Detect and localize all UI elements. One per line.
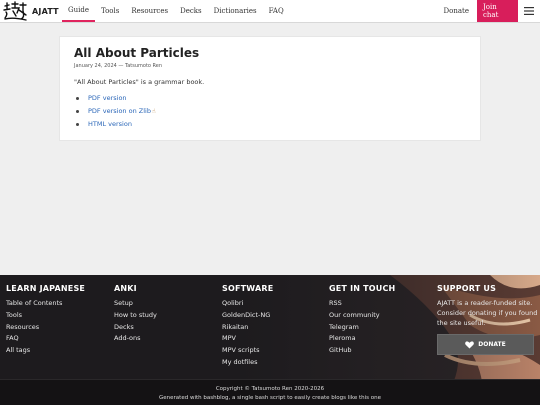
footer-link[interactable]: How to study: [114, 310, 157, 322]
footer-link[interactable]: GitHub: [329, 345, 395, 357]
bullet-icon: [76, 122, 79, 126]
nav-link-resources[interactable]: Resources: [125, 0, 174, 22]
list-item: PDF version: [76, 94, 466, 102]
footer-link[interactable]: Tools: [6, 310, 85, 322]
post-card: All About Particles January 24, 2024 — T…: [59, 36, 481, 141]
footer-link[interactable]: GoldenDict-NG: [222, 310, 273, 322]
join-chat-button[interactable]: Join chat: [477, 0, 518, 22]
footer-col-anki: ANKI Setup How to study Decks Add-ons: [114, 284, 157, 345]
donate-link[interactable]: Donate: [436, 0, 477, 22]
post-description: "All About Particles" is a grammar book.: [74, 78, 205, 86]
footer-link[interactable]: Setup: [114, 298, 157, 310]
footer-link[interactable]: RSS: [329, 298, 395, 310]
nav-link-faq[interactable]: FAQ: [263, 0, 290, 22]
pdf-zlib-link[interactable]: PDF version on Zlib: [88, 107, 151, 115]
footer-link[interactable]: Add-ons: [114, 333, 157, 345]
list-item: PDF version on Zlib ☝: [76, 107, 466, 115]
copyright-text: Copyright © Tatsumoto Ren 2020-2026: [215, 386, 325, 392]
footer-heading-anki: ANKI: [114, 284, 137, 293]
top-navbar: AJATT Guide Tools Resources Decks Dictio…: [0, 0, 540, 23]
footer-col-learn: LEARN JAPANESE Table of Contents Tools R…: [6, 284, 85, 357]
footer-link[interactable]: Our community: [329, 310, 395, 322]
nav-right: Donate Join chat: [436, 0, 540, 22]
footer-link[interactable]: Rikaitan: [222, 322, 273, 334]
hamburger-menu-icon[interactable]: [518, 0, 540, 22]
footer-col-support: SUPPORT US AJATT is a reader-funded site…: [437, 284, 540, 355]
footer-col-touch: GET IN TOUCH RSS Our community Telegram …: [329, 284, 395, 357]
footer-heading-software: SOFTWARE: [222, 284, 274, 293]
pointing-hand-icon: ☝: [151, 107, 156, 115]
footer-link[interactable]: Telegram: [329, 322, 395, 334]
html-version-link[interactable]: HTML version: [88, 120, 132, 128]
nav-link-dictionaries[interactable]: Dictionaries: [208, 0, 263, 22]
pdf-version-link[interactable]: PDF version: [88, 94, 127, 102]
support-text: AJATT is a reader-funded site. Consider …: [437, 299, 538, 327]
footer-link[interactable]: Resources: [6, 322, 85, 334]
logo-kanji-icon: [2, 1, 28, 22]
footer-heading-touch: GET IN TOUCH: [329, 284, 396, 293]
donate-button-label: DONATE: [478, 341, 506, 348]
footer-link[interactable]: Decks: [114, 322, 157, 334]
footer-link[interactable]: All tags: [6, 345, 85, 357]
logo[interactable]: AJATT: [0, 0, 62, 22]
nav-link-guide[interactable]: Guide: [62, 0, 95, 22]
footer-link[interactable]: Table of Contents: [6, 298, 85, 310]
footer-link[interactable]: Qolibri: [222, 298, 273, 310]
generated-text: Generated with bashblog, a single bash s…: [159, 395, 381, 401]
brand-name: AJATT: [32, 6, 59, 16]
footer-link[interactable]: FAQ: [6, 333, 85, 345]
nav-link-tools[interactable]: Tools: [95, 0, 125, 22]
footer-bottom: Copyright © Tatsumoto Ren 2020-2026 Gene…: [0, 379, 540, 405]
post-title: All About Particles: [74, 46, 200, 60]
footer-col-software: SOFTWARE Qolibri GoldenDict-NG Rikaitan …: [222, 284, 273, 369]
post-meta: January 24, 2024 — Tatsumoto Ren: [74, 63, 163, 69]
bullet-icon: [76, 109, 79, 113]
footer-link[interactable]: Pleroma: [329, 333, 395, 345]
footer-columns: LEARN JAPANESE Table of Contents Tools R…: [0, 275, 540, 379]
nav-links: Guide Tools Resources Decks Dictionaries…: [62, 0, 290, 22]
footer-link[interactable]: MPV: [222, 333, 273, 345]
footer-link[interactable]: My dotfiles: [222, 357, 273, 369]
post-links: PDF version PDF version on Zlib ☝ HTML v…: [76, 94, 466, 128]
nav-link-decks[interactable]: Decks: [174, 0, 208, 22]
footer-heading-learn: LEARN JAPANESE: [6, 284, 86, 293]
site-footer: LEARN JAPANESE Table of Contents Tools R…: [0, 275, 540, 405]
footer-link[interactable]: MPV scripts: [222, 345, 273, 357]
footer-heading-support: SUPPORT US: [437, 284, 497, 293]
heart-icon: [465, 340, 475, 349]
list-item: HTML version: [76, 120, 466, 128]
bullet-icon: [76, 96, 79, 100]
footer-donate-button[interactable]: DONATE: [437, 334, 534, 355]
